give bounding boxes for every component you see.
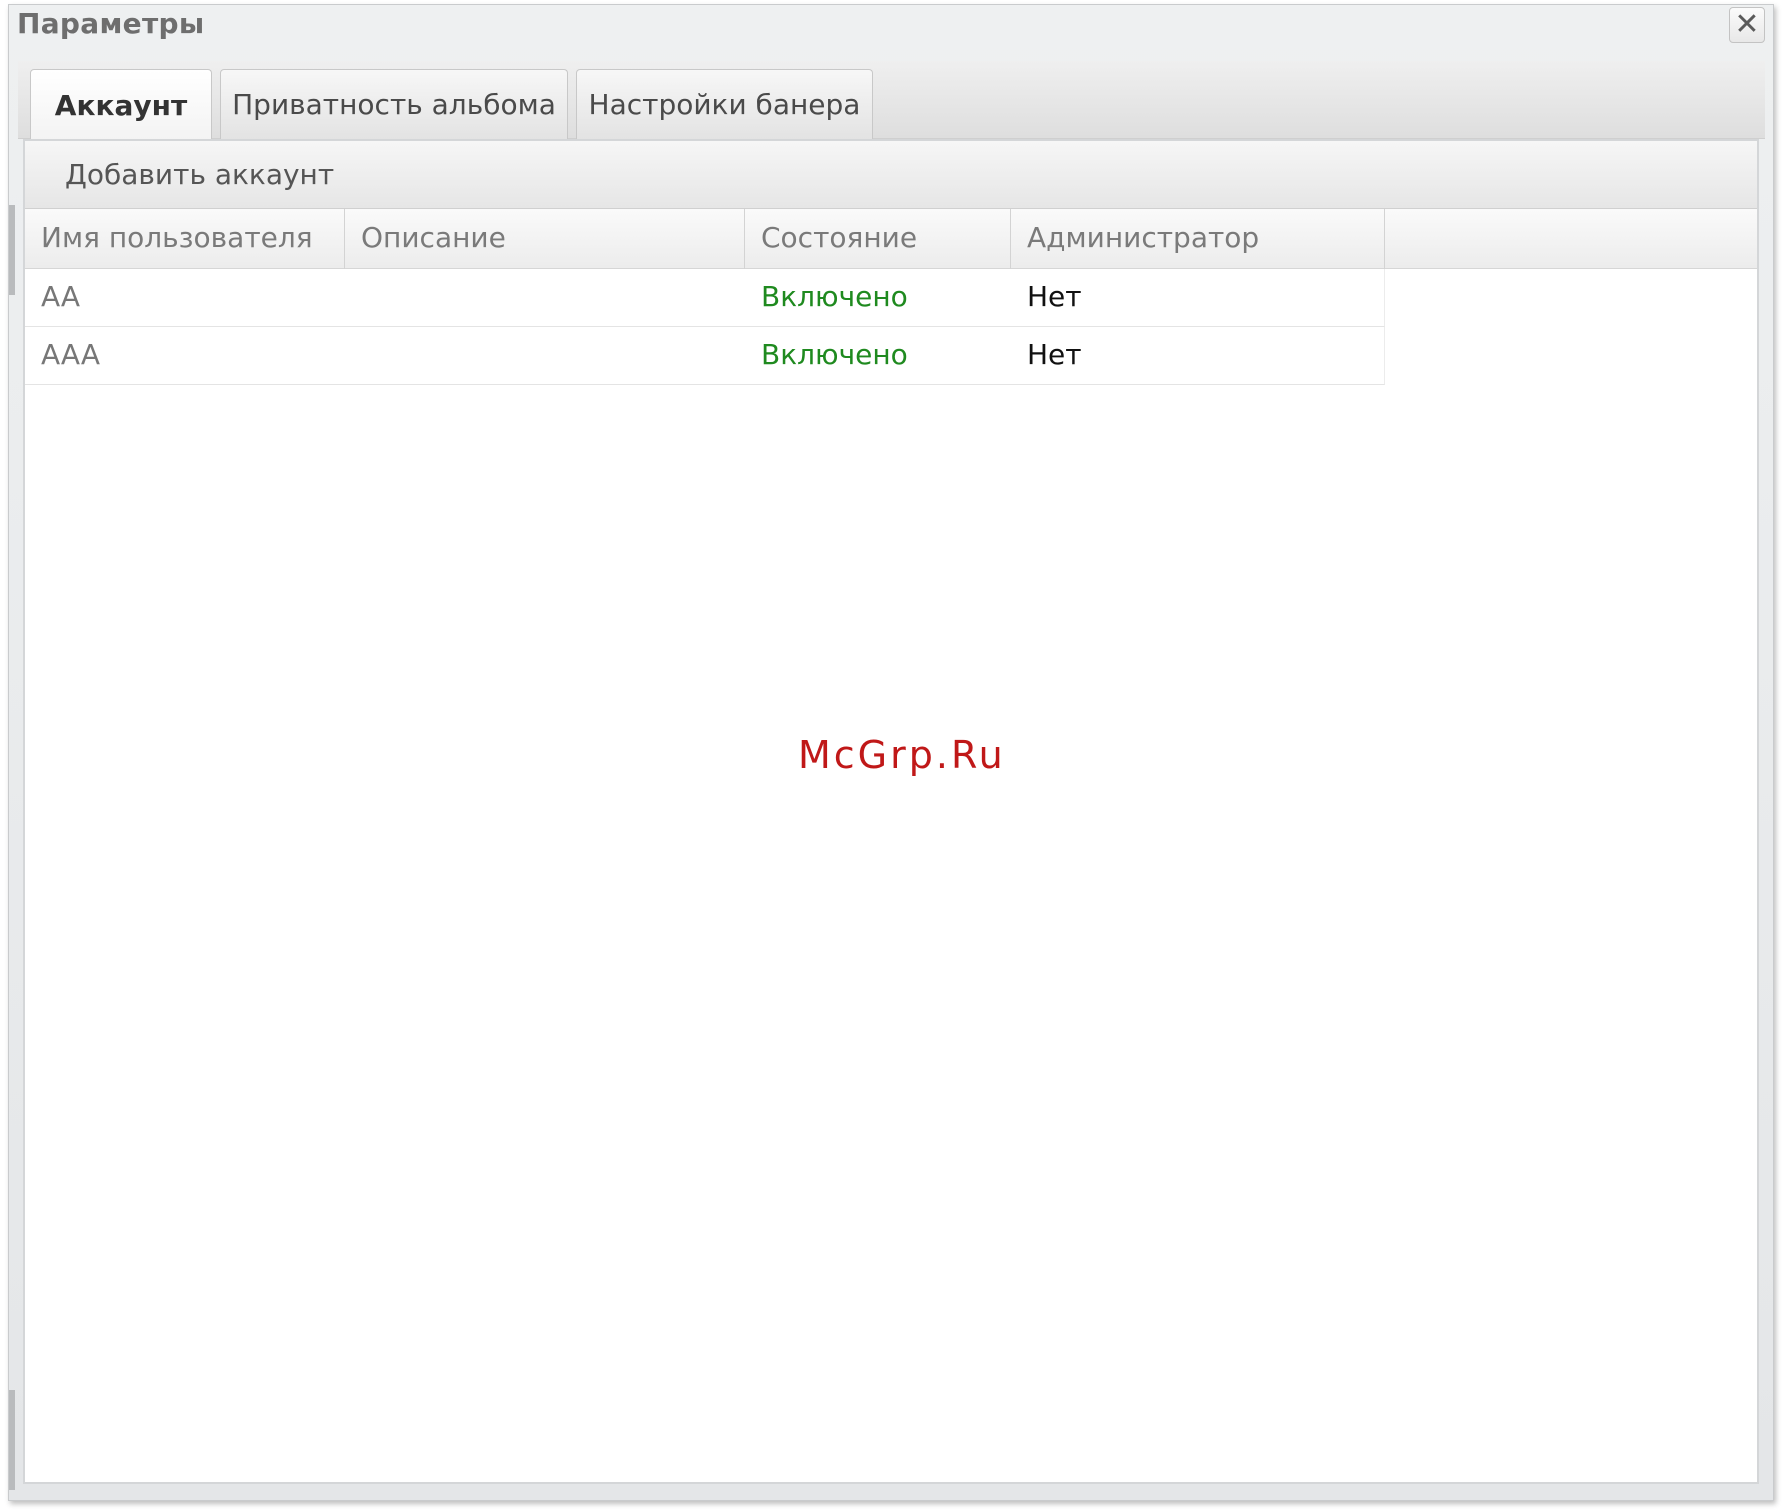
- panel-toolbar: Добавить аккаунт: [25, 141, 1757, 209]
- tab-strip: Аккаунт Приватность альбома Настройки ба…: [18, 61, 1765, 140]
- dialog-left-edge: [9, 205, 15, 295]
- tab-account[interactable]: Аккаунт: [30, 69, 212, 140]
- table-row[interactable]: AA Включено Нет: [25, 269, 1385, 327]
- tab-label: Настройки банера: [588, 88, 861, 121]
- table-row[interactable]: AAA Включено Нет: [25, 327, 1385, 385]
- close-button[interactable]: ✕: [1729, 7, 1765, 43]
- dialog-left-edge-lower: [9, 1390, 15, 1490]
- cell-username: AAA: [41, 338, 101, 371]
- account-panel: Добавить аккаунт Имя пользователя Описан…: [23, 139, 1759, 1484]
- tab-banner-settings[interactable]: Настройки банера: [576, 69, 873, 139]
- tab-album-privacy[interactable]: Приватность альбома: [220, 69, 568, 139]
- watermark-text: McGrp.Ru: [798, 733, 1006, 777]
- tab-label: Аккаунт: [54, 88, 188, 122]
- cell-description: [345, 269, 745, 327]
- column-header-username[interactable]: Имя пользователя: [25, 209, 345, 269]
- column-header-state[interactable]: Состояние: [745, 209, 1011, 269]
- grid-header: Имя пользователя Описание Состояние Адми…: [25, 209, 1757, 269]
- column-header-description[interactable]: Описание: [345, 209, 745, 269]
- close-icon: ✕: [1734, 7, 1760, 42]
- dialog-title: Параметры: [17, 7, 205, 40]
- cell-username: AA: [41, 280, 81, 313]
- cell-admin: Нет: [1027, 338, 1082, 371]
- column-header-admin[interactable]: Администратор: [1011, 209, 1385, 269]
- cell-state: Включено: [761, 338, 908, 371]
- cell-admin: Нет: [1027, 280, 1082, 313]
- add-account-button[interactable]: Добавить аккаунт: [65, 158, 334, 191]
- tab-label: Приватность альбома: [232, 88, 556, 121]
- cell-description: [345, 327, 745, 385]
- cell-state: Включено: [761, 280, 908, 313]
